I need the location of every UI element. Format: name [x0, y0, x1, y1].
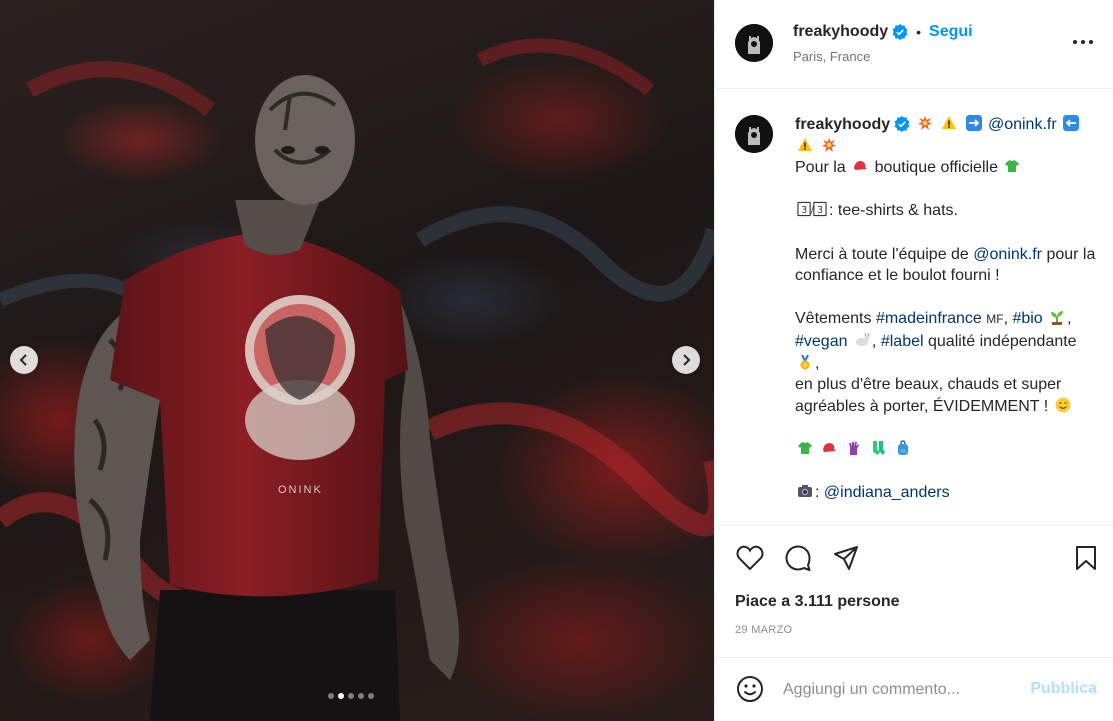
- left-arrow-emoji-icon: [1063, 115, 1080, 131]
- comment-button[interactable]: [783, 543, 813, 573]
- cap-emoji-icon: [823, 442, 837, 452]
- hashtag-madeinfrance[interactable]: #madeinfrance: [876, 310, 982, 327]
- comment-icon: [785, 545, 811, 571]
- caption-vetements: Vêtements: [795, 310, 872, 328]
- carousel-dot-active: [338, 693, 344, 699]
- caption-author-avatar[interactable]: [735, 115, 773, 153]
- warning-emoji-icon: [798, 137, 812, 151]
- caption-username[interactable]: freakyhoody: [795, 116, 890, 133]
- carousel-next-button[interactable]: [672, 346, 700, 374]
- caption-thanks-a: Merci à toute l'équipe de: [795, 245, 969, 263]
- carousel-dot: [358, 693, 364, 699]
- avatar-image: [735, 115, 773, 153]
- carousel-dot: [348, 693, 354, 699]
- verified-badge-icon: [894, 116, 910, 132]
- header-separator: •: [916, 24, 922, 40]
- verified-badge-icon: [892, 24, 908, 40]
- carousel-prev-button[interactable]: [10, 346, 38, 374]
- post-caption: freakyhoody @onink.fr Pour la boutique o…: [715, 89, 1113, 525]
- avatar-image: [735, 24, 773, 62]
- seedling-emoji-icon: [1051, 311, 1064, 326]
- svg-text:3: 3: [817, 205, 823, 216]
- chevron-right-icon: [683, 354, 691, 366]
- three-of-three-icon: 3/3: [797, 202, 827, 217]
- carousel-dot: [368, 693, 374, 699]
- caption-items: tee-shirts & hats.: [837, 202, 958, 220]
- mention-onink-2[interactable]: @onink.fr: [973, 246, 1042, 263]
- share-icon: [834, 546, 858, 570]
- post-media-carousel[interactable]: ONINK: [0, 0, 714, 721]
- publish-button[interactable]: Pubblica: [1030, 680, 1097, 698]
- caption-intro-a: Pour la: [795, 159, 846, 177]
- mf-flag-text: MF: [986, 312, 1004, 327]
- comment-composer: Pubblica: [715, 657, 1113, 721]
- follow-button[interactable]: Segui: [929, 23, 973, 41]
- tshirt-emoji-icon: [798, 441, 812, 454]
- post-side-panel: freakyhoody • Segui Paris, France freaky: [714, 0, 1113, 721]
- socks-emoji-icon: [873, 440, 886, 455]
- collision-emoji-icon: [917, 116, 932, 130]
- chevron-left-icon: [19, 354, 27, 366]
- like-button[interactable]: [735, 543, 765, 573]
- author-username[interactable]: freakyhoody: [793, 23, 888, 41]
- post-header: freakyhoody • Segui Paris, France: [715, 0, 1113, 89]
- post-date[interactable]: 29 MARZO: [735, 624, 792, 636]
- emoji-picker-button[interactable]: [735, 674, 765, 704]
- collision-emoji-icon: [822, 137, 837, 152]
- medal-emoji-icon: [800, 354, 810, 370]
- carousel-dot: [328, 693, 334, 699]
- hashtag-bio[interactable]: #bio: [1012, 310, 1042, 327]
- post-actions: Piace a 3.111 persone 29 MARZO: [715, 525, 1113, 649]
- post-location[interactable]: Paris, France: [793, 49, 870, 64]
- camera-emoji-icon: [798, 485, 812, 498]
- svg-text:3: 3: [801, 205, 807, 216]
- caption-extra: en plus d'être beaux, chauds et super ag…: [795, 376, 1062, 415]
- svg-text:ONINK: ONINK: [278, 484, 323, 496]
- mention-indiana-anders[interactable]: @indiana_anders: [824, 484, 950, 501]
- post-photo: ONINK: [0, 38, 714, 721]
- tshirt-emoji-icon: [1005, 160, 1020, 173]
- header-user-row: freakyhoody • Segui: [793, 23, 973, 41]
- caption-emoji-row: [795, 439, 1100, 461]
- comment-input[interactable]: [783, 678, 1023, 702]
- hashtag-vegan[interactable]: #vegan: [795, 333, 848, 350]
- heart-icon: [736, 545, 764, 571]
- likes-count[interactable]: Piace a 3.111 persone: [735, 593, 900, 611]
- cap-emoji-icon: [854, 161, 868, 171]
- right-arrow-emoji-icon: [965, 115, 982, 131]
- more-options-button[interactable]: [1073, 32, 1093, 52]
- caption-intro-b: boutique officielle: [874, 159, 998, 177]
- mention-onink[interactable]: @onink.fr: [988, 116, 1057, 133]
- backpack-emoji-icon: [897, 440, 908, 455]
- warning-emoji-icon: [942, 116, 957, 129]
- hashtag-label[interactable]: #label: [881, 333, 924, 350]
- gloves-emoji-icon: [848, 441, 859, 455]
- goat-emoji-icon: [855, 332, 870, 346]
- emoji-icon: [737, 676, 763, 702]
- save-button[interactable]: [1071, 543, 1101, 573]
- caption-label-suffix: qualité indépendante: [928, 332, 1077, 350]
- more-options-icon: [1073, 40, 1077, 44]
- share-button[interactable]: [831, 543, 861, 573]
- caption-text: freakyhoody @onink.fr Pour la boutique o…: [795, 114, 1100, 504]
- author-avatar[interactable]: [735, 24, 773, 62]
- bookmark-icon: [1076, 546, 1096, 570]
- smiling-face-emoji-icon: [1055, 397, 1071, 413]
- carousel-indicator: [328, 693, 374, 699]
